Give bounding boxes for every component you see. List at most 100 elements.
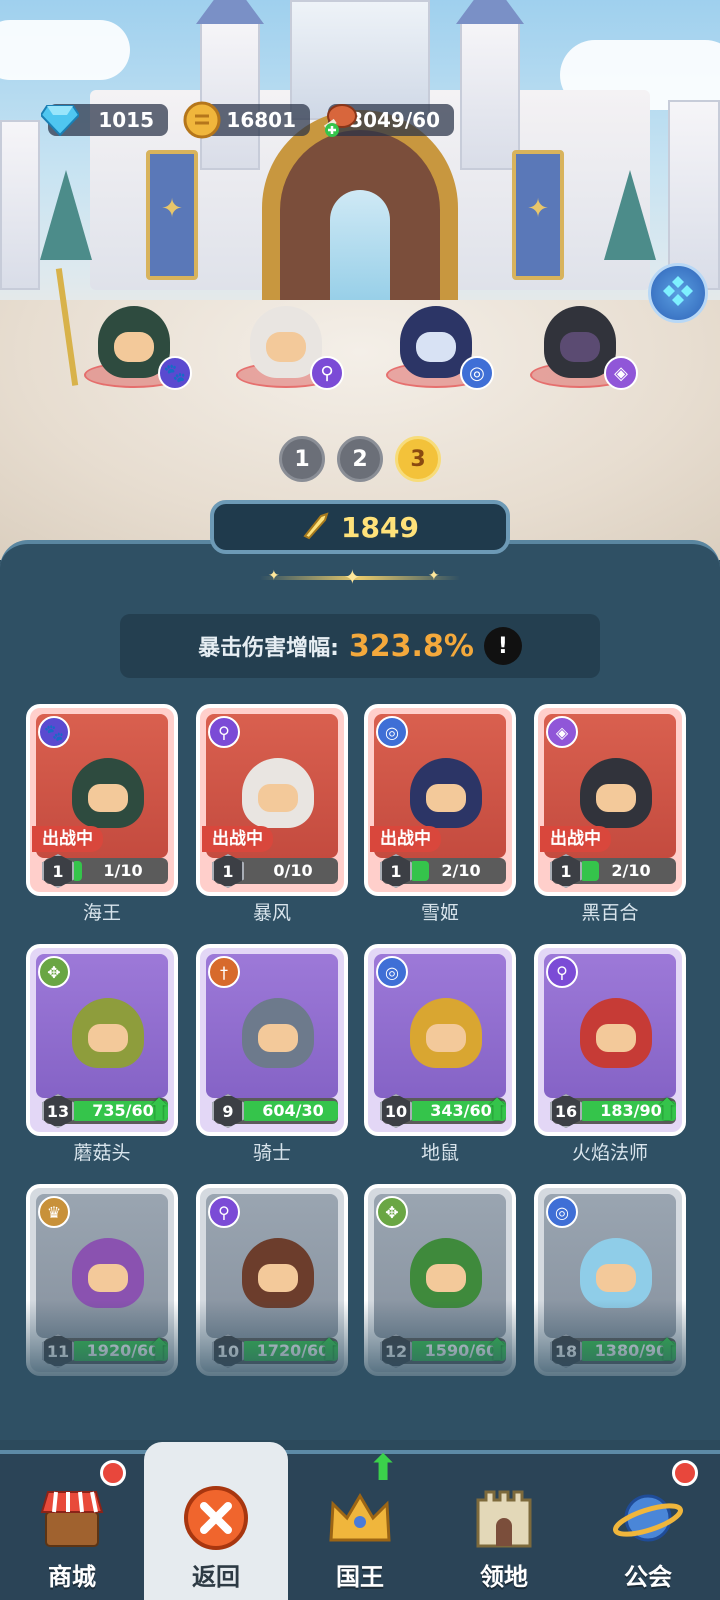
level-badge: 1 bbox=[550, 854, 582, 888]
meat-plus-icon bbox=[320, 100, 360, 140]
nav-territory[interactable]: 领地 bbox=[432, 1454, 576, 1600]
hero-name: 黑百合 bbox=[581, 902, 639, 924]
swirl-icon: ◎ bbox=[376, 716, 408, 748]
crown-icon bbox=[325, 1483, 395, 1553]
team-power-value: 1849 bbox=[341, 510, 419, 544]
hero-card[interactable]: ⚲ 出战中 1 0/10 bbox=[196, 704, 348, 896]
hero-portrait bbox=[72, 1238, 144, 1308]
shard-progress: 0/10 bbox=[273, 861, 313, 880]
nav-back[interactable]: 返回 bbox=[144, 1442, 288, 1600]
hero-card-art: ⚲ bbox=[544, 954, 676, 1098]
team-power: 1849 bbox=[210, 500, 510, 554]
hero-portrait bbox=[72, 998, 144, 1068]
staff-icon: ⚲ bbox=[310, 356, 344, 390]
hero-portrait bbox=[242, 758, 314, 828]
hero-portrait bbox=[242, 998, 314, 1068]
hero-card[interactable]: ◈ 出战中 1 2/10 bbox=[534, 704, 686, 896]
nav-back-label: 返回 bbox=[192, 1563, 240, 1591]
hero-card[interactable]: ⚲ 16 183/90 ⬆ bbox=[534, 944, 686, 1136]
level-badge: 1 bbox=[42, 854, 74, 888]
paw-icon: 🐾 bbox=[38, 716, 70, 748]
lineup-hero-slot[interactable]: ⚲ bbox=[226, 278, 346, 390]
hero-card[interactable]: ◎ 10 343/60 ⬆ bbox=[364, 944, 516, 1136]
level-progress: 1 1/10 bbox=[42, 854, 168, 888]
hero-portrait bbox=[410, 758, 482, 828]
nav-king[interactable]: ⬆ 国王 bbox=[288, 1448, 432, 1600]
gamepad-icon bbox=[661, 274, 695, 312]
notification-dot bbox=[100, 1460, 126, 1486]
nav-king-label: 国王 bbox=[336, 1563, 384, 1591]
hero-portrait bbox=[72, 758, 144, 828]
hero-portrait bbox=[580, 1238, 652, 1308]
level-progress: 1 2/10 bbox=[380, 854, 506, 888]
lineup-hero-slot[interactable]: ◎ bbox=[376, 278, 496, 390]
lineup-hero-slot[interactable]: ◈ bbox=[520, 278, 640, 390]
staff-icon: ⚲ bbox=[208, 716, 240, 748]
hero-portrait bbox=[410, 998, 482, 1068]
swirl-icon: ◎ bbox=[460, 356, 494, 390]
hero-portrait bbox=[580, 758, 652, 828]
nav-shop[interactable]: 商城 bbox=[0, 1454, 144, 1600]
sword-icon bbox=[301, 510, 331, 544]
deployed-tag: 出战中 bbox=[202, 826, 273, 852]
castle-banner bbox=[146, 150, 198, 280]
lineup-page-1[interactable]: 1 bbox=[279, 436, 325, 482]
nav-guild[interactable]: 公会 bbox=[576, 1454, 720, 1600]
castle-tower bbox=[460, 20, 520, 170]
level-badge: 9 bbox=[212, 1094, 244, 1128]
hero-card[interactable]: ◎ 出战中 1 2/10 bbox=[364, 704, 516, 896]
eye-icon: ◈ bbox=[546, 716, 578, 748]
gamepad-button[interactable] bbox=[648, 263, 708, 323]
lineup-hero-slot[interactable]: 🐾 bbox=[55, 268, 194, 390]
sword-icon: † bbox=[208, 956, 240, 988]
upgrade-arrow-icon[interactable]: ⬆ bbox=[480, 1094, 512, 1128]
gems-counter[interactable]: 1015 bbox=[41, 104, 168, 136]
crit-value: 323.8% bbox=[348, 628, 474, 664]
lineup-page-3[interactable]: 3 bbox=[395, 436, 441, 482]
swirl-icon: ◎ bbox=[376, 956, 408, 988]
star-ornament: ✦ bbox=[268, 568, 280, 584]
cloud bbox=[0, 20, 130, 80]
hero-name: 暴风 bbox=[252, 902, 291, 924]
level-progress: 1 2/10 bbox=[550, 854, 676, 888]
hero-card[interactable]: ✥ 13 735/60 ⬆ bbox=[26, 944, 178, 1136]
deployed-tag: 出战中 bbox=[370, 826, 441, 852]
coin-icon bbox=[182, 100, 222, 140]
hero-card-art: ◎ bbox=[374, 954, 506, 1098]
shard-progress: 2/10 bbox=[611, 861, 651, 880]
upgrade-arrow-icon[interactable]: ⬆ bbox=[142, 1094, 174, 1128]
castle-tower bbox=[668, 100, 720, 290]
hero-portrait bbox=[410, 1238, 482, 1308]
hero-card[interactable]: † 9 604/30 bbox=[196, 944, 348, 1136]
hero-name: 骑士 bbox=[252, 1142, 291, 1164]
info-button[interactable]: ! bbox=[483, 627, 522, 665]
castle-tower bbox=[200, 20, 260, 170]
shop-icon bbox=[37, 1483, 107, 1553]
stamina-value: 3049/60 bbox=[349, 108, 440, 132]
crit-label: 暴击伤害增幅: bbox=[198, 636, 339, 661]
nav-guild-label: 公会 bbox=[624, 1563, 672, 1591]
shard-progress: 604/30 bbox=[262, 1101, 324, 1120]
gems-value: 1015 bbox=[98, 108, 154, 132]
star-ornament: ✦ bbox=[344, 565, 361, 589]
hero-name: 地鼠 bbox=[420, 1142, 459, 1164]
hero-name: 火焰法师 bbox=[571, 1142, 648, 1164]
stamina-counter[interactable]: 3049/60 bbox=[323, 104, 454, 137]
deployed-tag: 出战中 bbox=[32, 826, 103, 852]
hero-card-art: ✥ bbox=[36, 954, 168, 1098]
bottom-nav: 商城 返回 ⬆ 国王 领地 公会 bbox=[0, 1442, 720, 1600]
upgrade-arrow-icon[interactable]: ⬆ bbox=[650, 1094, 682, 1128]
coins-counter[interactable]: 16801 bbox=[183, 101, 310, 139]
star-ornament: ✦ bbox=[428, 568, 440, 584]
hero-name: 海王 bbox=[82, 902, 121, 924]
tower-roof bbox=[196, 0, 264, 24]
arrows-icon: ✥ bbox=[376, 1196, 408, 1228]
lineup-page-2[interactable]: 2 bbox=[337, 436, 383, 482]
level-progress: 9 604/30 bbox=[212, 1094, 338, 1128]
staff-icon: ⚲ bbox=[208, 1196, 240, 1228]
nav-shop-label: 商城 bbox=[48, 1563, 96, 1591]
level-badge: 1 bbox=[380, 854, 412, 888]
hero-card[interactable]: 🐾 出战中 1 1/10 bbox=[26, 704, 178, 896]
hero-portrait bbox=[580, 998, 652, 1068]
deployed-tag: 出战中 bbox=[540, 826, 611, 852]
